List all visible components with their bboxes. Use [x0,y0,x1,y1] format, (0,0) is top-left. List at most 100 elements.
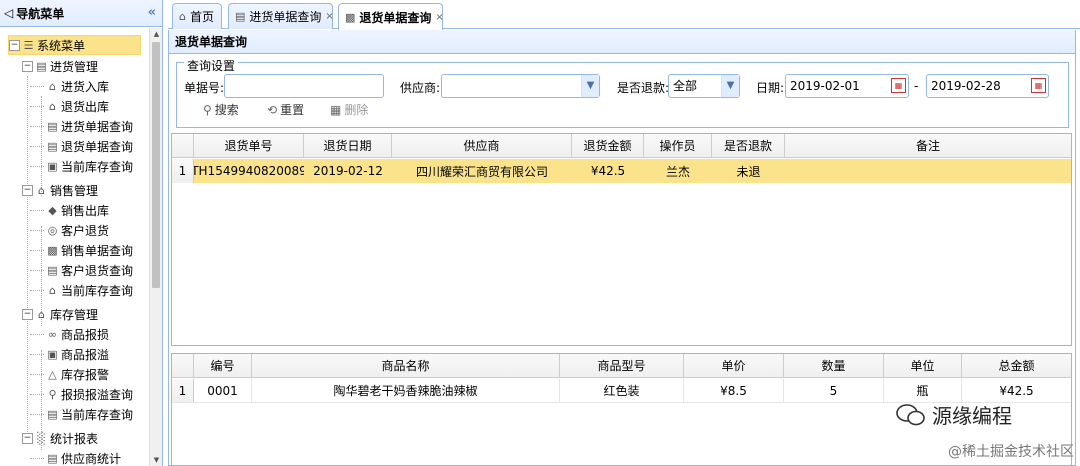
sidebar-item-purchase-query[interactable]: ▤ 进货单据查询 [30,116,133,136]
refund-select[interactable]: 全部 ▼ [668,74,740,98]
table-cell: 未退 [736,164,761,179]
calendar-icon[interactable]: ▦ [1031,78,1046,93]
reset-button[interactable]: ⟲ 重置 [267,101,304,118]
sidebar-item-damage-report[interactable]: ∞ 商品报损 [30,324,109,344]
delete-button[interactable]: ▦ 删除 [330,101,368,118]
scrollbar-thumb[interactable] [152,42,160,288]
sidebar-item-overflow-report[interactable]: ▣ 商品报溢 [30,344,109,364]
navigation-sidebar: ◁ 导航菜单 « − ☰ 系统菜单 − ▤ 进货管理 ⌂ 进货入库 ⌂ 退货出库 ▤… [0,0,163,466]
search-icon: ⚲ [203,103,212,117]
column-header[interactable]: 单价 [684,354,784,377]
panel-title: 退货单据查询 [169,30,1075,54]
collapse-icon[interactable]: « [148,5,156,20]
collapse-toggle-icon[interactable]: − [9,39,20,51]
tree-group-inventory[interactable]: − ⌂ 库存管理 [22,304,98,324]
sidebar-item-damage-overflow-query[interactable]: ⚲ 报损报溢查询 [30,384,133,404]
sidebar-item-customer-return[interactable]: ◎ 客户退货 [30,220,109,240]
table-cell: ¥42.5 [590,164,626,178]
date-to-input[interactable]: 2019-02-28 ▦ [926,74,1049,98]
column-header[interactable]: 编号 [194,354,252,377]
column-header[interactable]: 是否退款 [712,134,785,157]
sidebar-item-stock-query-3[interactable]: ▤ 当前库存查询 [30,404,133,424]
sidebar-scrollbar[interactable]: ▲ ▼ [149,28,162,466]
sidebar-item-sales-query[interactable]: ▩ 销售单据查询 [30,240,133,260]
delete-button-label: 删除 [344,103,369,117]
scroll-up-icon[interactable]: ▲ [150,28,163,40]
collapse-toggle-icon[interactable]: − [22,60,33,72]
tree-group-label: 统计报表 [50,431,99,446]
row-number: 1 [172,159,194,183]
column-header[interactable]: 商品型号 [560,354,684,377]
tree-group-reports[interactable]: − ░ 统计报表 [22,428,98,448]
tree-group-sales[interactable]: − ⌂ 销售管理 [22,180,98,200]
sidebar-item-label: 当前库存查询 [61,159,134,174]
home-icon: ⌂ [49,99,56,113]
column-header[interactable]: 退货单号 [194,134,304,157]
collapse-toggle-icon[interactable]: − [22,432,33,444]
collapse-toggle-icon[interactable]: − [22,184,33,196]
column-header[interactable]: 退货金额 [572,134,644,157]
chevron-down-icon[interactable]: ▼ [581,75,599,97]
column-header[interactable]: 数量 [784,354,884,377]
reset-button-label: 重置 [280,103,305,117]
supplier-combobox[interactable]: ▼ [441,74,600,98]
tree-root-label: 系统菜单 [37,38,86,53]
sidebar-item-return-out[interactable]: ⌂ 退货出库 [30,96,109,116]
sidebar-item-label: 进货单据查询 [61,119,134,134]
sidebar-item-label: 销售出库 [61,203,110,218]
collapse-toggle-icon[interactable]: − [22,308,33,320]
tab-home[interactable]: ⌂ 首页 [172,3,222,29]
sidebar-item-sales-out[interactable]: ◆ 销售出库 [30,200,109,220]
tree-root-system-menu[interactable]: − ☰ 系统菜单 [8,35,141,55]
tab-purchase-query[interactable]: ▤ 进货单据查询 × [228,3,334,29]
document-icon: ▤ [47,139,58,153]
sidebar-item-label: 商品报损 [61,327,110,342]
sidebar-item-purchase-in[interactable]: ⌂ 进货入库 [30,76,109,96]
column-header[interactable]: 操作员 [644,134,712,157]
column-header[interactable]: 备注 [785,134,1071,157]
search-button[interactable]: ⚲ 搜索 [203,101,239,118]
column-header[interactable]: 退货日期 [304,134,392,157]
sidebar-item-label: 当前库存查询 [61,283,134,298]
sidebar-item-label: 退货出库 [61,99,110,114]
refund-label: 是否退款: [617,81,670,95]
watermark-source: @稀土掘金技术社区 [948,444,1074,460]
bill-no-input[interactable] [224,74,384,98]
link-icon: ∞ [47,327,58,341]
sidebar-item-stock-query[interactable]: ▣ 当前库存查询 [30,156,133,176]
chevron-down-icon[interactable]: ▼ [721,75,739,97]
home-icon: ⌂ [38,183,45,197]
scroll-down-icon[interactable]: ▼ [150,454,163,466]
date-from-input[interactable]: 2019-02-01 ▦ [785,74,909,98]
sidebar-item-supplier-stats[interactable]: ▤ 供应商统计 [30,448,121,466]
column-header[interactable]: 单位 [884,354,962,377]
sidebar-item-label: 报损报溢查询 [61,387,134,402]
tree-group-purchase[interactable]: − ▤ 进货管理 [22,56,98,76]
close-icon[interactable]: × [435,12,443,23]
close-icon[interactable]: × [325,11,333,22]
row-number: 1 [172,379,194,402]
tab-label: 首页 [189,10,214,24]
sidebar-item-return-query[interactable]: ▤ 退货单据查询 [30,136,133,156]
table-cell: 陶华碧老干妈香辣脆油辣椒 [252,379,560,402]
calendar-icon[interactable]: ▦ [891,78,906,93]
sidebar-item-label: 销售单据查询 [61,243,134,258]
column-header[interactable]: 供应商 [392,134,572,157]
sidebar-item-stock-query-2[interactable]: ⌂ 当前库存查询 [30,280,133,300]
tab-return-query[interactable]: ▩ 退货单据查询 × [338,3,444,30]
navigation-icon: ◁ [4,6,14,20]
table-row[interactable]: 1 TH1549940820089 2019-02-12 四川耀荣汇商贸有限公司… [172,159,1071,183]
sidebar-item-stock-alarm[interactable]: △ 库存报警 [30,364,109,384]
table-cell: TH1549940820089 [194,164,304,178]
search-button-label: 搜索 [214,103,239,117]
column-header[interactable]: 总金额 [962,354,1071,377]
document-icon: ▤ [36,59,47,73]
wechat-icon [896,403,925,425]
document-icon: ▤ [47,407,58,421]
column-header[interactable]: 商品名称 [252,354,560,377]
rownum-header [172,354,194,377]
sidebar-item-customer-return-query[interactable]: ▤ 客户退货查询 [30,260,133,280]
grid-header: 编号 商品名称 商品型号 单价 数量 单位 总金额 [172,354,1071,378]
date-label: 日期: [756,81,785,95]
reset-icon: ⟲ [267,103,278,117]
